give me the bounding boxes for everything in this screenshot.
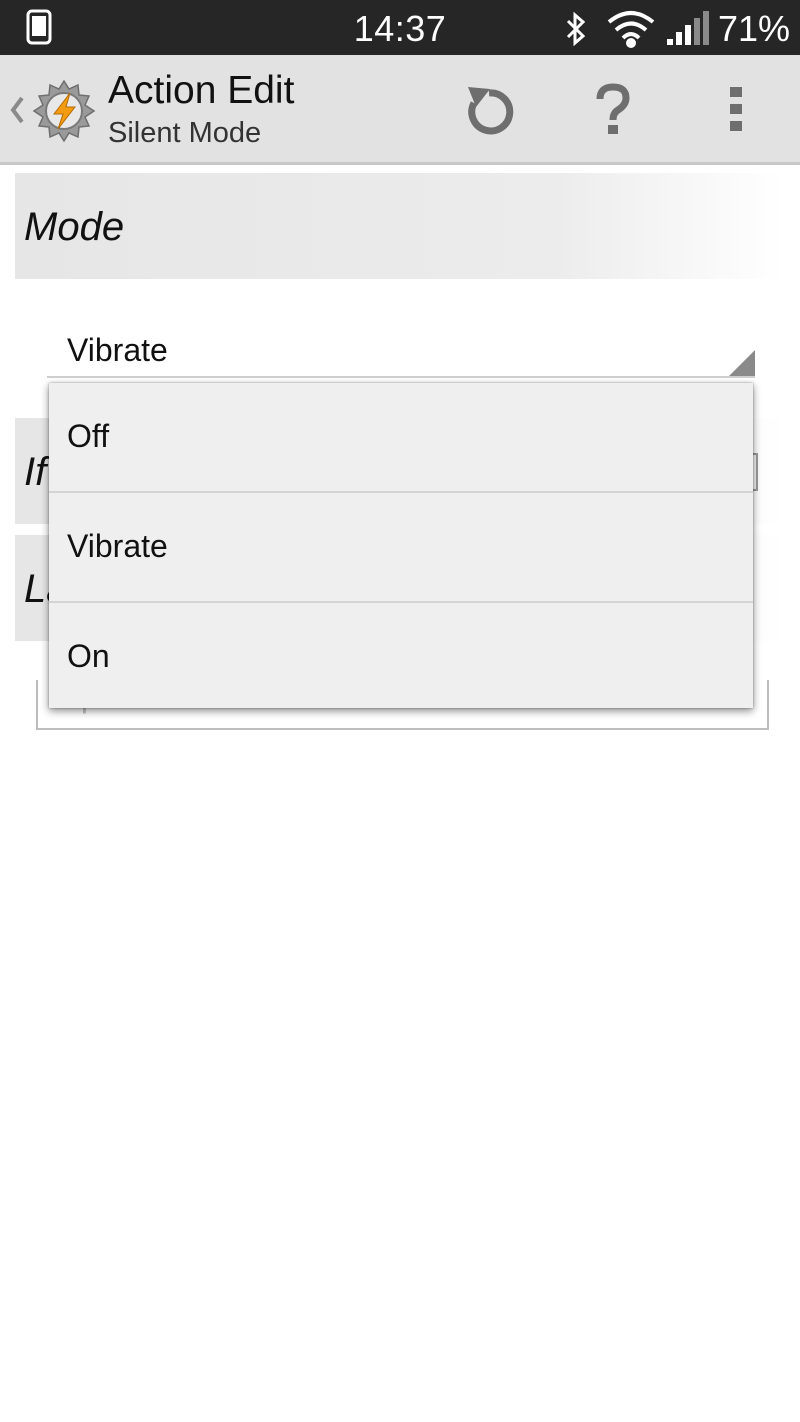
overflow-menu-icon[interactable]: [728, 85, 746, 140]
back-chevron-icon[interactable]: [8, 95, 26, 130]
dropdown-option-off[interactable]: Off: [49, 383, 753, 493]
dropdown-option-label: Off: [67, 418, 110, 454]
dropdown-option-label: On: [67, 638, 110, 674]
signal-icon: [666, 11, 710, 52]
tasker-app-icon[interactable]: [30, 77, 98, 150]
page-subtitle: Silent Mode: [108, 117, 262, 149]
undo-icon[interactable]: [460, 83, 518, 146]
dropdown-option-on[interactable]: On: [49, 603, 753, 711]
dropdown-option-vibrate[interactable]: Vibrate: [49, 493, 753, 603]
status-bar: 14:37 71%: [0, 0, 800, 55]
action-bar: Action Edit Silent Mode: [0, 55, 800, 165]
dropdown-option-label: Vibrate: [67, 528, 168, 564]
mode-spinner[interactable]: Vibrate: [47, 320, 755, 378]
mode-dropdown-menu: Off Vibrate On: [49, 383, 753, 708]
help-icon[interactable]: [595, 83, 631, 142]
mode-label: Mode: [24, 205, 125, 249]
mode-section-header: Mode: [15, 173, 785, 279]
page-title: Action Edit: [108, 69, 295, 112]
bluetooth-icon: [565, 11, 587, 51]
battery-percentage: 71%: [718, 8, 791, 49]
mode-selected-value: Vibrate: [67, 332, 168, 368]
wifi-icon: [606, 9, 656, 54]
if-label: If: [24, 450, 47, 494]
spinner-arrow-icon: [729, 350, 755, 376]
